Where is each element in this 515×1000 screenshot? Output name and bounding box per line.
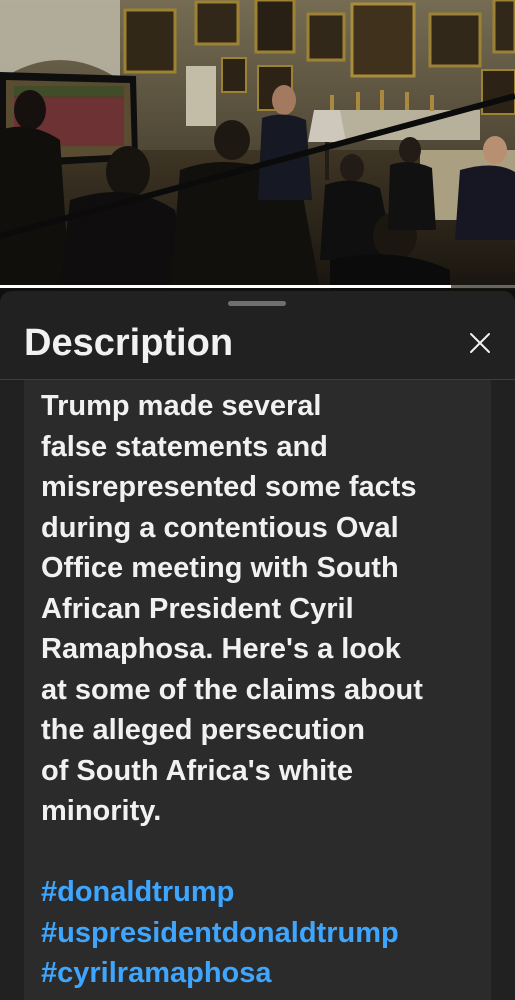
description-line: false statements and bbox=[41, 430, 328, 463]
description-line: misrepresented some facts bbox=[41, 471, 417, 503]
description-line: at some of the claims about bbox=[41, 673, 423, 706]
description-line: African President Cyril bbox=[41, 592, 354, 625]
hashtag-list: #donaldtrump #uspresidentdonaldtrump #cy… bbox=[41, 872, 481, 994]
description-panel: Description Trump made several false sta… bbox=[0, 291, 515, 1000]
description-line: the alleged persecution bbox=[41, 714, 365, 746]
video-player[interactable] bbox=[0, 0, 515, 289]
description-line: minority. bbox=[41, 795, 162, 827]
close-icon bbox=[470, 333, 490, 353]
close-button[interactable] bbox=[462, 325, 498, 361]
description-line: Office meeting with South bbox=[41, 552, 399, 584]
description-line: of South Africa's white bbox=[41, 754, 353, 787]
hashtag-link[interactable]: #donaldtrump bbox=[41, 872, 481, 913]
description-line: Trump made several bbox=[41, 390, 322, 422]
video-progress-fill bbox=[0, 285, 451, 288]
drag-handle[interactable] bbox=[228, 301, 286, 306]
description-line: during a contentious Oval bbox=[41, 511, 399, 544]
description-card: Trump made several false statements and … bbox=[24, 380, 491, 1000]
panel-title: Description bbox=[24, 322, 234, 364]
hashtag-link[interactable]: #cyrilramaphosa bbox=[41, 953, 481, 994]
description-text: Trump made several false statements and … bbox=[41, 386, 471, 832]
video-frame-image bbox=[0, 0, 515, 289]
hashtag-link[interactable]: #uspresidentdonaldtrump bbox=[41, 913, 481, 954]
description-line: Ramaphosa. Here's a look bbox=[41, 633, 401, 665]
video-progress-bar[interactable] bbox=[0, 285, 515, 288]
